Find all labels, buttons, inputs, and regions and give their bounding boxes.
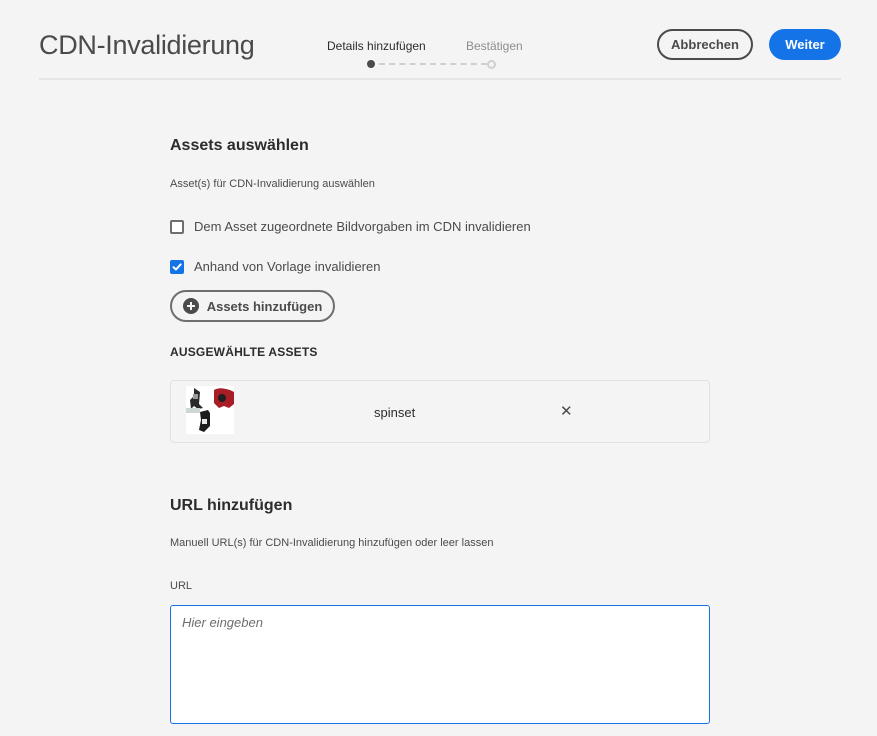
- add-assets-button[interactable]: Assets hinzufügen: [170, 290, 335, 322]
- url-section-description: Manuell URL(s) für CDN-Invalidierung hin…: [170, 537, 494, 549]
- page-title: CDN-Invalidierung: [39, 30, 255, 60]
- cancel-button[interactable]: Abbrechen: [657, 29, 753, 60]
- invalidate-presets-option[interactable]: Dem Asset zugeordnete Bildvorgaben im CD…: [170, 219, 531, 234]
- url-field-label: URL: [170, 580, 193, 592]
- page-header: CDN-Invalidierung Details hinzufügen Bes…: [39, 0, 841, 80]
- url-section-title: URL hinzufügen: [170, 497, 293, 514]
- url-textarea[interactable]: [170, 605, 710, 724]
- invalidate-template-checkbox[interactable]: [170, 259, 184, 274]
- selected-asset-name: spinset: [374, 405, 416, 420]
- step-details-label: Details hinzufügen: [327, 39, 426, 53]
- invalidate-template-label: Anhand von Vorlage invalidieren: [194, 259, 381, 274]
- step-pending-dot-icon: [487, 60, 496, 69]
- invalidate-presets-label: Dem Asset zugeordnete Bildvorgaben im CD…: [194, 219, 531, 234]
- next-button[interactable]: Weiter: [769, 29, 841, 60]
- step-connector: [379, 63, 487, 65]
- step-indicator: Details hinzufügen Bestätigen: [327, 39, 547, 73]
- invalidate-template-option[interactable]: Anhand von Vorlage invalidieren: [170, 259, 380, 274]
- checkmark-icon: [172, 262, 182, 270]
- invalidate-presets-checkbox[interactable]: [170, 219, 184, 234]
- step-current-dot-icon: [367, 60, 375, 68]
- add-circle-icon: [182, 298, 199, 314]
- selected-asset-item: spinset ✕: [170, 380, 710, 443]
- assets-section-title: Assets auswählen: [170, 137, 309, 154]
- selected-assets-heading: AUSGEWÄHLTE ASSETS: [170, 345, 318, 359]
- spinset-thumbnail-icon: [186, 386, 234, 434]
- step-confirm-label: Bestätigen: [466, 39, 523, 53]
- assets-section-description: Asset(s) für CDN-Invalidierung auswählen: [170, 178, 375, 190]
- add-assets-label: Assets hinzufügen: [206, 298, 323, 314]
- remove-asset-icon[interactable]: ✕: [560, 402, 573, 420]
